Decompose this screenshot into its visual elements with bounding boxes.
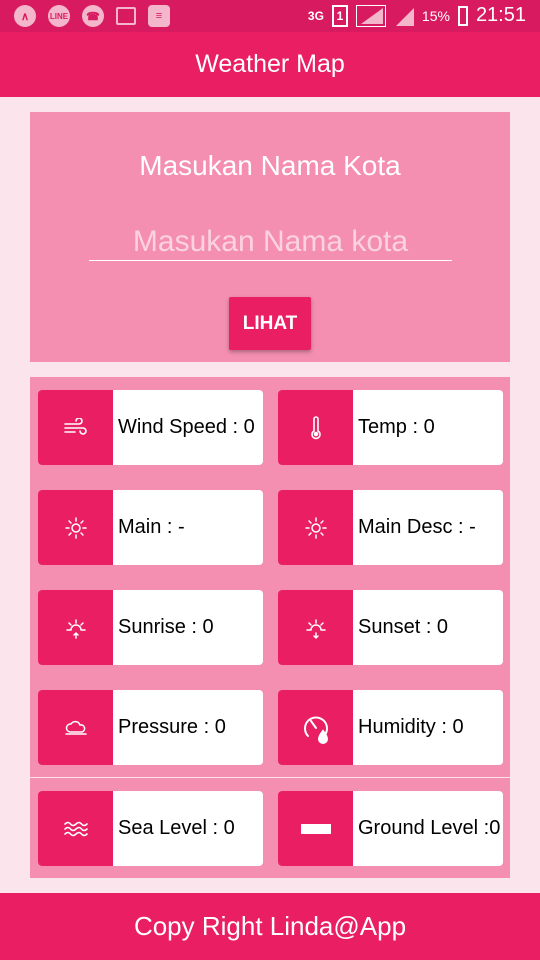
gallery-icon [116, 7, 136, 25]
status-system-icons: 3G 1 15% 21:51 [308, 4, 526, 27]
lihat-button[interactable]: LIHAT [229, 297, 311, 350]
wind-icon [38, 390, 113, 465]
sunrise-label: Sunrise : 0 [118, 616, 214, 638]
cloud-icon [38, 690, 113, 765]
humidity-card: Humidity : 0 [278, 690, 503, 765]
clock: 21:51 [475, 4, 526, 26]
ground-icon [278, 791, 353, 866]
line-icon: LINE [48, 5, 70, 27]
wifi-icon: ≡ [148, 5, 170, 27]
status-bar: ∧ LINE ☎ ≡ 3G 1 15% 21:51 [0, 0, 540, 32]
sunset-icon [278, 590, 353, 665]
signal-icon [355, 4, 386, 27]
sunrise-card: Sunrise : 0 [38, 590, 263, 665]
main-label: Main : - [118, 516, 185, 538]
sunrise-icon [38, 590, 113, 665]
main-desc-card: Main Desc : - [278, 490, 503, 565]
sim-indicator: 1 [331, 4, 348, 27]
battery-percent: 15% [421, 7, 450, 24]
copyright-text: Copy Right Linda@App [133, 911, 407, 941]
whatsapp-icon: ☎ [82, 5, 104, 27]
temp-label: Temp : 0 [358, 416, 435, 438]
main-desc-label: Main Desc : - [358, 516, 476, 538]
humidity-gauge-icon [278, 690, 353, 765]
temp-card: Temp : 0 [278, 390, 503, 465]
sunset-card: Sunset : 0 [278, 590, 503, 665]
city-name-input[interactable] [89, 224, 452, 261]
waves-icon [38, 791, 113, 866]
sea-level-label: Sea Level : 0 [118, 817, 235, 839]
network-type: 3G [307, 8, 324, 23]
status-notification-icons: ∧ LINE ☎ ≡ [14, 5, 170, 27]
wind-speed-label: Wind Speed : 0 [118, 416, 255, 438]
humidity-label: Humidity : 0 [358, 716, 464, 738]
city-search-title: Masukan Nama Kota [139, 150, 401, 181]
footer: Copy Right Linda@App [0, 893, 540, 960]
ground-level-card: Ground Level :0 [278, 791, 503, 866]
sun-icon [38, 490, 113, 565]
app-title: Weather Map [195, 50, 345, 78]
pressure-card: Pressure : 0 [38, 690, 263, 765]
ground-level-label: Ground Level :0 [358, 817, 501, 839]
sun-icon [278, 490, 353, 565]
signal-secondary-icon [394, 6, 414, 26]
sea-level-card: Sea Level : 0 [38, 791, 263, 866]
wind-speed-card: Wind Speed : 0 [38, 390, 263, 465]
battery-icon [457, 5, 468, 26]
sunset-label: Sunset : 0 [358, 616, 449, 638]
pressure-label: Pressure : 0 [118, 716, 226, 738]
panel-divider [30, 777, 510, 778]
thermometer-icon [278, 390, 353, 465]
nav-icon: ∧ [14, 5, 36, 27]
app-bar: Weather Map [0, 32, 540, 97]
main-card: Main : - [38, 490, 263, 565]
